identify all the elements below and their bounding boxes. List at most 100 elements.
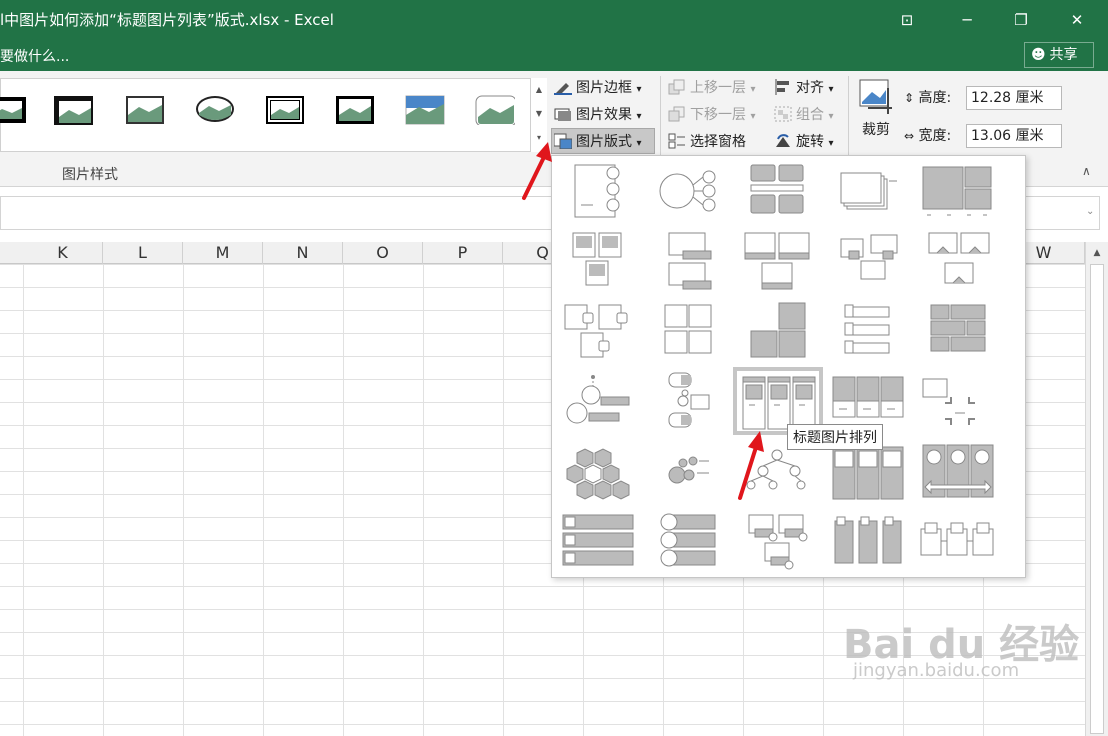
width-icon: ⇔ — [904, 129, 915, 143]
style-thumb-3[interactable] — [125, 95, 165, 125]
layout-item[interactable] — [917, 511, 997, 573]
layout-item[interactable] — [737, 511, 817, 573]
layout-item[interactable] — [827, 229, 907, 291]
bring-forward-icon — [668, 79, 685, 95]
rotate-icon — [776, 134, 790, 147]
layout-item[interactable] — [561, 229, 641, 291]
gallery-down-icon[interactable]: ▼ — [531, 102, 547, 126]
grid-line — [343, 264, 344, 736]
column-header-p[interactable]: P — [423, 242, 503, 264]
layout-item[interactable] — [561, 511, 641, 573]
style-thumb-2[interactable] — [53, 95, 93, 125]
layout-item[interactable] — [917, 161, 997, 223]
crop-button[interactable]: 裁剪 — [858, 78, 896, 158]
layout-item[interactable] — [647, 441, 727, 503]
picture-effects-button[interactable]: 图片效果 ▾ — [554, 103, 641, 127]
minimize-button[interactable]: ─ — [944, 0, 990, 40]
layout-item[interactable] — [827, 369, 907, 431]
group-icon — [774, 106, 792, 122]
selection-pane-icon — [668, 133, 685, 149]
layout-item[interactable] — [737, 229, 817, 291]
gallery-up-icon[interactable]: ▲ — [531, 78, 547, 102]
height-spinner[interactable]: 12.28 厘米 — [966, 86, 1062, 110]
baidu-watermark-url: jingyan.baidu.com — [853, 660, 1020, 681]
grid-line — [423, 264, 424, 736]
vertical-scrollbar[interactable]: ▲ — [1085, 242, 1108, 736]
pen-icon — [554, 83, 572, 95]
maximize-button[interactable]: ❐ — [998, 0, 1044, 40]
style-thumb-7[interactable] — [405, 95, 445, 125]
layout-item[interactable] — [647, 511, 727, 573]
column-header-l[interactable]: L — [103, 242, 183, 264]
bring-forward-button[interactable]: 上移一层 ▾ — [668, 76, 755, 100]
layout-item[interactable] — [827, 511, 907, 573]
width-spinner[interactable]: 13.06 厘米 — [966, 124, 1062, 148]
align-button[interactable]: 对齐 ▾ — [774, 76, 833, 100]
layout-item[interactable] — [917, 369, 997, 431]
layout-item[interactable] — [737, 441, 817, 503]
gallery-more-icon[interactable]: ▾ — [531, 126, 547, 150]
layout-item[interactable] — [827, 299, 907, 361]
layout-item[interactable] — [737, 299, 817, 361]
layout-item[interactable] — [561, 161, 641, 223]
collapse-ribbon-icon[interactable]: ∧ — [1082, 164, 1091, 178]
selection-pane-button[interactable]: 选择窗格 — [668, 130, 746, 154]
send-backward-icon — [668, 106, 685, 122]
layout-item[interactable] — [917, 441, 997, 503]
grid-line — [263, 264, 264, 736]
window-title: l中图片如何添加“标题图片列表”版式.xlsx - Excel — [0, 11, 334, 29]
layout-item[interactable] — [647, 161, 727, 223]
person-icon: ☻ — [1031, 47, 1046, 63]
width-label: ⇔ 宽度: — [904, 128, 952, 144]
picture-layout-icon — [554, 133, 572, 149]
grid-line — [103, 264, 104, 736]
layout-item[interactable] — [561, 369, 641, 431]
effects-icon — [554, 108, 571, 121]
layout-item[interactable] — [917, 229, 997, 291]
tell-me-input[interactable]: 要做什么... — [0, 46, 69, 66]
column-header-m[interactable]: M — [183, 242, 263, 264]
picture-layout-button[interactable]: 图片版式 ▾ — [554, 130, 641, 154]
column-header-k[interactable]: K — [23, 242, 103, 264]
style-thumb-5[interactable] — [265, 95, 305, 125]
layout-item[interactable] — [737, 161, 817, 223]
group-label-picture-styles: 图片样式 — [62, 167, 118, 183]
layout-item[interactable] — [647, 299, 727, 361]
column-header-o[interactable]: O — [343, 242, 423, 264]
ribbon-display-options-button[interactable]: ⊡ — [884, 0, 930, 40]
layout-item[interactable] — [561, 299, 641, 361]
layout-item[interactable] — [647, 229, 727, 291]
layout-item[interactable] — [647, 369, 727, 431]
group-button[interactable]: 组合 ▾ — [774, 103, 833, 127]
picture-border-button[interactable]: 图片边框 ▾ — [554, 76, 641, 100]
gallery-scrollbar[interactable]: ▲ ▼ ▾ — [530, 78, 547, 152]
close-button[interactable]: ✕ — [1054, 0, 1100, 40]
expand-formula-icon[interactable]: ⌄ — [1086, 206, 1094, 217]
layout-tooltip: 标题图片排列 — [787, 424, 883, 450]
style-thumb-8[interactable] — [475, 95, 515, 125]
grid-line — [23, 264, 24, 736]
layout-item[interactable] — [827, 441, 907, 503]
crop-label: 裁剪 — [862, 122, 890, 138]
style-thumb-6[interactable] — [335, 95, 375, 125]
tell-me-bar: 要做什么... — [0, 40, 1108, 71]
scroll-up-icon[interactable]: ▲ — [1086, 248, 1108, 258]
layout-item[interactable] — [561, 441, 641, 503]
style-thumb-4[interactable] — [195, 93, 235, 123]
crop-icon — [859, 79, 892, 114]
layout-item[interactable] — [917, 299, 997, 361]
share-button[interactable]: ☻ 共享 — [1024, 42, 1094, 68]
column-header-n[interactable]: N — [263, 242, 343, 264]
share-label: 共享 — [1049, 47, 1078, 63]
style-thumb-1[interactable] — [0, 95, 27, 125]
title-bar: l中图片如何添加“标题图片列表”版式.xlsx - Excel ⊡ ─ ❐ ✕ — [0, 0, 1108, 40]
scroll-thumb[interactable] — [1090, 264, 1104, 734]
rotate-button[interactable]: 旋转 ▾ — [774, 130, 833, 154]
layout-item[interactable] — [827, 161, 907, 223]
grid-line — [183, 264, 184, 736]
height-icon: ⇕ — [904, 91, 915, 105]
send-backward-button[interactable]: 下移一层 ▾ — [668, 103, 755, 127]
grid-line — [503, 264, 504, 736]
align-icon — [775, 79, 789, 95]
picture-styles-gallery[interactable] — [0, 78, 547, 152]
